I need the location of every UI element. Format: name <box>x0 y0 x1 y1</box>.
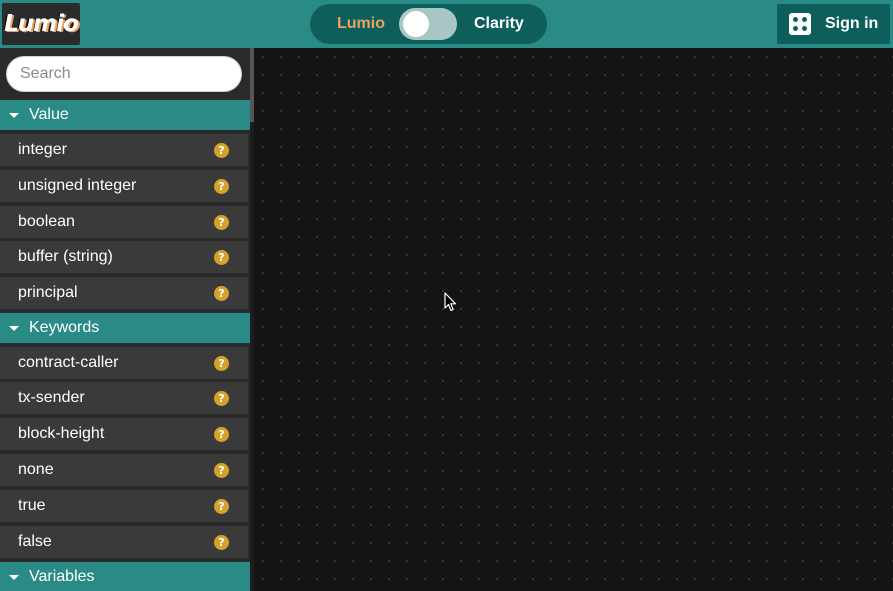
help-circle-icon[interactable]: ? <box>214 498 229 514</box>
caret-down-icon <box>9 574 19 580</box>
logo-text: Lumio <box>4 11 79 37</box>
workspace-canvas[interactable] <box>254 48 893 591</box>
block-item-label: none <box>18 461 54 478</box>
block-item-boolean[interactable]: boolean ? <box>0 206 248 238</box>
block-item-block-height[interactable]: block-height ? <box>0 418 248 450</box>
help-circle-icon[interactable]: ? <box>214 142 229 158</box>
app-logo[interactable]: Lumio <box>2 3 80 45</box>
block-item-true[interactable]: true ? <box>0 490 248 522</box>
language-switch[interactable] <box>399 8 457 40</box>
search-input[interactable] <box>6 56 242 92</box>
block-item-label: tx-sender <box>18 389 85 406</box>
help-circle-icon[interactable]: ? <box>214 249 229 265</box>
category-keywords[interactable]: Keywords <box>0 313 250 343</box>
block-item-label: boolean <box>18 213 75 230</box>
sign-in-label: Sign in <box>825 15 879 32</box>
category-label: Value <box>29 106 69 123</box>
help-circle-icon[interactable]: ? <box>214 178 229 194</box>
category-value[interactable]: Value <box>0 100 250 130</box>
switch-knob[interactable] <box>403 11 429 37</box>
block-item-contract-caller[interactable]: contract-caller ? <box>0 347 248 379</box>
block-item-label: contract-caller <box>18 354 119 371</box>
block-item-label: unsigned integer <box>18 177 137 194</box>
block-item-label: block-height <box>18 425 105 442</box>
category-variables[interactable]: Variables <box>0 562 250 591</box>
language-toggle: Lumio Clarity <box>310 4 547 44</box>
category-label: Variables <box>29 568 95 585</box>
mouse-pointer-icon <box>444 292 457 312</box>
block-item-principal[interactable]: principal ? <box>0 277 248 309</box>
block-item-buffer-string[interactable]: buffer (string) ? <box>0 241 248 273</box>
help-circle-icon[interactable]: ? <box>214 390 229 406</box>
top-bar: Lumio Lumio Clarity Sign in <box>0 0 893 48</box>
toggle-label-lumio[interactable]: Lumio <box>337 15 385 33</box>
help-circle-icon[interactable]: ? <box>214 534 229 550</box>
block-item-label: false <box>18 533 52 550</box>
help-circle-icon[interactable]: ? <box>214 355 229 371</box>
caret-down-icon <box>9 325 19 331</box>
block-item-label: true <box>18 497 46 514</box>
block-item-none[interactable]: none ? <box>0 454 248 486</box>
block-item-unsigned-integer[interactable]: unsigned integer ? <box>0 170 248 202</box>
help-circle-icon[interactable]: ? <box>214 214 229 230</box>
apps-grid-icon <box>789 13 811 35</box>
help-circle-icon[interactable]: ? <box>214 426 229 442</box>
help-circle-icon[interactable]: ? <box>214 285 229 301</box>
block-item-false[interactable]: false ? <box>0 526 248 558</box>
help-circle-icon[interactable]: ? <box>214 462 229 478</box>
block-item-integer[interactable]: integer ? <box>0 134 248 166</box>
block-item-label: principal <box>18 284 78 301</box>
block-sidebar: Value integer ? unsigned integer ? boole… <box>0 48 254 591</box>
toggle-label-clarity[interactable]: Clarity <box>474 15 524 33</box>
block-item-label: buffer (string) <box>18 248 113 265</box>
sign-in-button[interactable]: Sign in <box>777 4 890 44</box>
category-label: Keywords <box>29 319 100 336</box>
caret-down-icon <box>9 112 19 118</box>
block-item-label: integer <box>18 141 67 158</box>
block-item-tx-sender[interactable]: tx-sender ? <box>0 382 248 414</box>
